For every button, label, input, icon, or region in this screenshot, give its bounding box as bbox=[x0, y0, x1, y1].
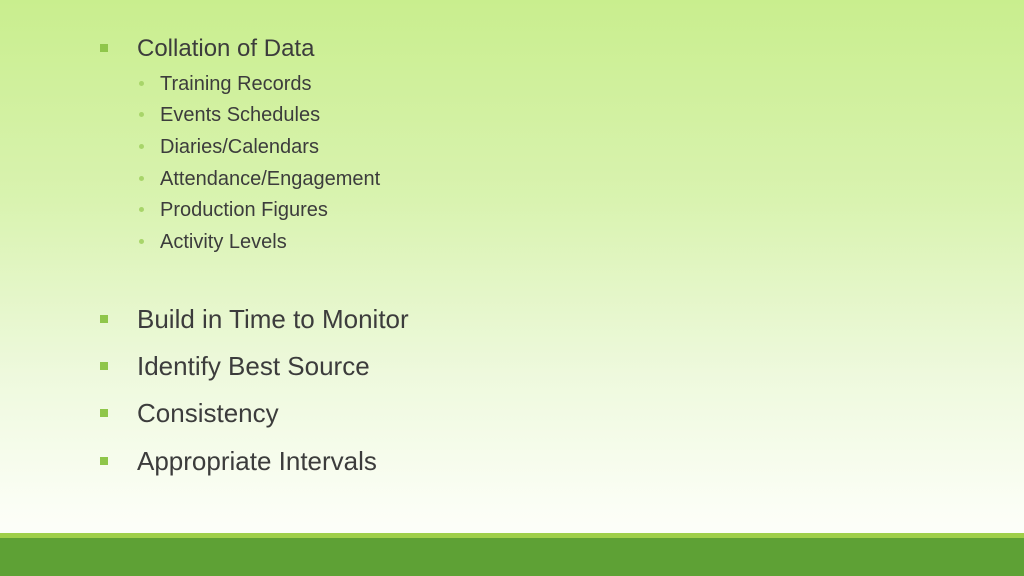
square-bullet-icon bbox=[100, 409, 108, 417]
sub-bullet: Production Figures bbox=[160, 199, 328, 221]
square-bullet-icon bbox=[100, 44, 108, 52]
dot-bullet-icon bbox=[139, 112, 144, 117]
bullet-collation-of-data: Collation of Data bbox=[137, 35, 315, 62]
dot-bullet-icon bbox=[139, 81, 144, 86]
bullet: Build in Time to Monitor bbox=[137, 304, 409, 334]
dot-bullet-icon bbox=[139, 144, 144, 149]
bullet: Appropriate Intervals bbox=[137, 446, 377, 476]
dot-bullet-icon bbox=[139, 239, 144, 244]
dot-bullet-icon bbox=[139, 207, 144, 212]
sub-bullet: Attendance/Engagement bbox=[160, 168, 381, 190]
square-bullet-icon bbox=[100, 457, 108, 465]
sub-bullet: Events Schedules bbox=[160, 104, 321, 126]
footer-bar bbox=[0, 538, 1024, 576]
bullet: Consistency bbox=[137, 398, 279, 428]
sub-bullet: Training Records bbox=[160, 73, 312, 95]
sub-bullet: Diaries/Calendars bbox=[160, 136, 319, 158]
dot-bullet-icon bbox=[139, 176, 144, 181]
square-bullet-icon bbox=[100, 362, 108, 370]
bullet: Identify Best Source bbox=[137, 351, 370, 381]
sub-bullet: Activity Levels bbox=[160, 231, 287, 253]
square-bullet-icon bbox=[100, 315, 108, 323]
slide: Collation of Data Training Records Event… bbox=[0, 0, 1024, 576]
